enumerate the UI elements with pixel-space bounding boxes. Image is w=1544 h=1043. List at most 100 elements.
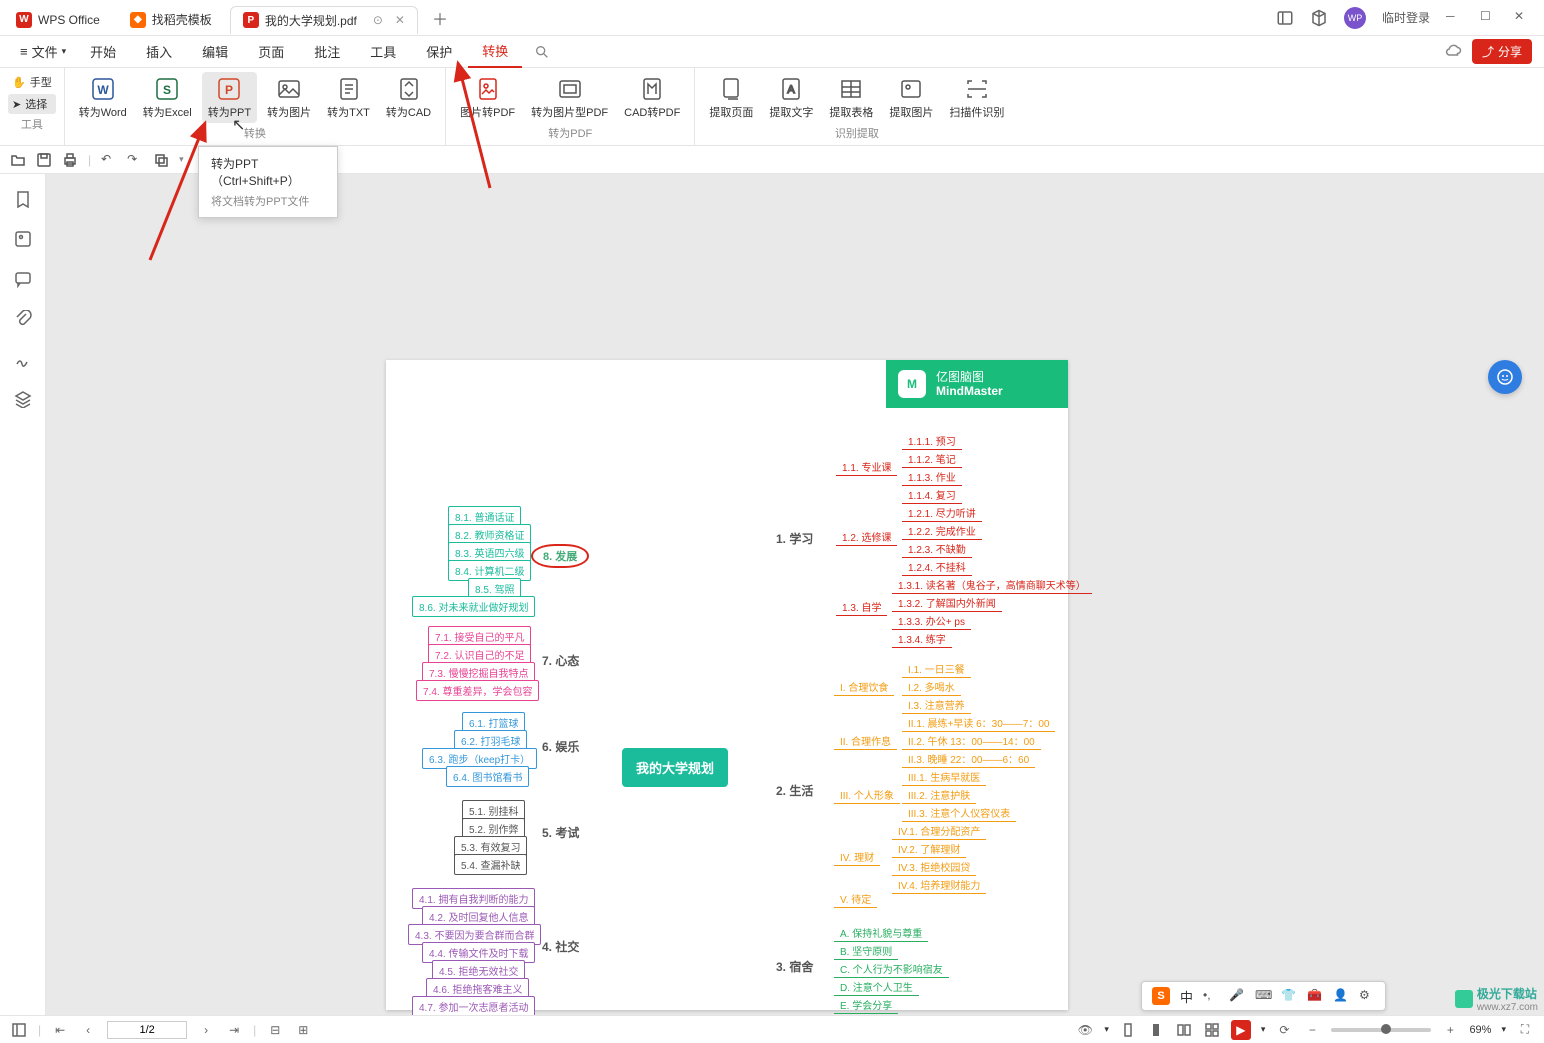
maximize-button[interactable]: ☐: [1480, 9, 1498, 27]
to-cad-button[interactable]: 转为CAD: [380, 72, 437, 123]
layers-icon[interactable]: [14, 390, 32, 408]
page-input[interactable]: [107, 1021, 187, 1039]
extract-image-button[interactable]: 提取图片: [883, 72, 939, 123]
to-word-button[interactable]: W转为Word: [73, 72, 133, 123]
view-single-icon[interactable]: [1119, 1021, 1137, 1039]
panel-icon[interactable]: [1276, 9, 1294, 27]
leaf: II.2. 午休 13：00——14：00: [902, 732, 1041, 750]
attachment-icon[interactable]: [14, 310, 32, 328]
menu-start[interactable]: 开始: [76, 36, 130, 67]
fit-plus-icon[interactable]: ⊞: [294, 1021, 312, 1039]
zoom-in-button[interactable]: +: [1441, 1021, 1459, 1039]
site-watermark: 极光下载站 www.xz7.com: [1455, 985, 1538, 1013]
close-button[interactable]: ✕: [1514, 9, 1532, 27]
tab-close-icon[interactable]: ✕: [395, 13, 405, 27]
select-tool-button[interactable]: ➤ 选择: [8, 94, 56, 114]
play-dropdown[interactable]: ▾: [1261, 1024, 1266, 1035]
ime-toolbar[interactable]: S 中 •, 🎤 ⌨ 👕 🧰 👤 ⚙: [1141, 981, 1386, 1011]
tab-docer[interactable]: ◆ 找稻壳模板: [118, 6, 224, 34]
extract-table-button[interactable]: 提取表格: [823, 72, 879, 123]
print-icon[interactable]: [62, 152, 78, 168]
open-icon[interactable]: [10, 152, 26, 168]
ime-keyboard-icon[interactable]: ⌨: [1255, 988, 1271, 1004]
statusbar: | ⇤ ‹ › ⇥ | ⊟ ⊞ 👁 ▾ ▶ ▾ ⟳ − + 69% ▾ ⛶: [0, 1015, 1544, 1043]
tab-wps-home[interactable]: W WPS Office: [4, 6, 112, 34]
scan-ocr-button[interactable]: 扫描件识别: [943, 72, 1010, 123]
rotate-icon[interactable]: ⟳: [1275, 1021, 1293, 1039]
menu-insert[interactable]: 插入: [132, 36, 186, 67]
ribbon-group-convert: W转为Word S转为Excel P转为PPT 转为图片 转为TXT 转为CAD…: [65, 68, 446, 145]
view-continuous-icon[interactable]: [1147, 1021, 1165, 1039]
extract-text-button[interactable]: A提取文字: [763, 72, 819, 123]
prev-page-button[interactable]: ‹: [79, 1021, 97, 1039]
view-two-icon[interactable]: [1175, 1021, 1193, 1039]
ime-user-icon[interactable]: 👤: [1333, 988, 1349, 1004]
signature-icon[interactable]: [14, 350, 32, 368]
left-sidebar: [0, 174, 46, 1015]
eye-icon[interactable]: 👁: [1076, 1021, 1094, 1039]
hand-tool-button[interactable]: ✋ 手型: [8, 72, 56, 92]
to-txt-button[interactable]: 转为TXT: [321, 72, 376, 123]
leaf: 8.6. 对未来就业做好规划: [412, 596, 535, 617]
node-dorm: 3. 宿舍: [770, 956, 819, 977]
share-icon: ⤴: [1482, 43, 1494, 60]
menu-page[interactable]: 页面: [244, 36, 298, 67]
zoom-value[interactable]: 69%: [1469, 1024, 1491, 1036]
fullscreen-icon[interactable]: ⛶: [1516, 1021, 1534, 1039]
presentation-button[interactable]: ▶: [1231, 1020, 1251, 1040]
minimize-button[interactable]: ─: [1446, 9, 1464, 27]
ime-shirt-icon[interactable]: 👕: [1281, 988, 1297, 1004]
hand-label: 手型: [30, 74, 52, 90]
share-button[interactable]: ⤴ 分享: [1472, 39, 1532, 64]
ime-toolbox-icon[interactable]: 🧰: [1307, 988, 1323, 1004]
img-type-pdf-button[interactable]: 转为图片型PDF: [525, 72, 614, 123]
share-label: 分享: [1498, 43, 1522, 60]
leaf: C. 个人行为不影响宿友: [834, 960, 949, 978]
comment-icon[interactable]: [14, 270, 32, 288]
last-page-button[interactable]: ⇥: [225, 1021, 243, 1039]
ime-mic-icon[interactable]: 🎤: [1229, 988, 1245, 1004]
leaf: IV.1. 合理分配资产: [892, 822, 986, 840]
menu-annotate[interactable]: 批注: [300, 36, 354, 67]
new-tab-button[interactable]: ＋: [428, 6, 452, 30]
ime-punct-icon[interactable]: •,: [1203, 988, 1219, 1004]
menu-edit[interactable]: 编辑: [188, 36, 242, 67]
cube-icon[interactable]: [1310, 9, 1328, 27]
sb-sidebar-icon[interactable]: [10, 1021, 28, 1039]
file-label: 文件: [32, 42, 58, 61]
imgtype-icon: [557, 76, 583, 102]
fit-minus-icon[interactable]: ⊟: [266, 1021, 284, 1039]
cloud-icon[interactable]: [1444, 43, 1462, 61]
ime-lang[interactable]: 中: [1180, 987, 1193, 1006]
first-page-button[interactable]: ⇤: [51, 1021, 69, 1039]
tab-document-active[interactable]: P 我的大学规划.pdf ⊙ ✕: [230, 6, 418, 34]
extract-page-button[interactable]: 提取页面: [703, 72, 759, 123]
next-page-button[interactable]: ›: [197, 1021, 215, 1039]
leaf: I. 合理饮食: [834, 678, 894, 696]
tab-label: WPS Office: [38, 13, 100, 27]
view-book-icon[interactable]: [1203, 1021, 1221, 1039]
assistant-button[interactable]: [1488, 360, 1522, 394]
undo-icon[interactable]: ↶: [101, 152, 117, 168]
tab-menu-icon[interactable]: ⊙: [373, 13, 383, 27]
zoom-out-button[interactable]: −: [1303, 1021, 1321, 1039]
bookmark-icon[interactable]: [14, 190, 32, 208]
search-icon[interactable]: [534, 44, 550, 60]
canvas[interactable]: M 亿图脑图 MindMaster 我的大学规划 1. 学习 2. 生活 3. …: [46, 174, 1544, 1015]
login-label[interactable]: 临时登录: [1382, 9, 1430, 26]
cad-to-pdf-button[interactable]: CAD转PDF: [618, 72, 686, 123]
user-avatar[interactable]: WP: [1344, 7, 1366, 29]
node-play: 6. 娱乐: [536, 736, 585, 757]
zoom-slider[interactable]: [1331, 1028, 1431, 1032]
save-icon[interactable]: [36, 152, 52, 168]
annotation-arrow-2: [450, 58, 500, 193]
leaf: 1.1. 专业课: [836, 458, 897, 476]
file-menu-button[interactable]: ≡ 文件 ▾: [12, 38, 74, 65]
zoom-dropdown[interactable]: ▾: [1501, 1024, 1506, 1035]
menu-tools[interactable]: 工具: [356, 36, 410, 67]
leaf: 1.2. 选修课: [836, 528, 897, 546]
to-image-button[interactable]: 转为图片: [261, 72, 317, 123]
ime-settings-icon[interactable]: ⚙: [1359, 988, 1375, 1004]
eye-dropdown[interactable]: ▾: [1104, 1024, 1109, 1035]
thumbnail-icon[interactable]: [14, 230, 32, 248]
